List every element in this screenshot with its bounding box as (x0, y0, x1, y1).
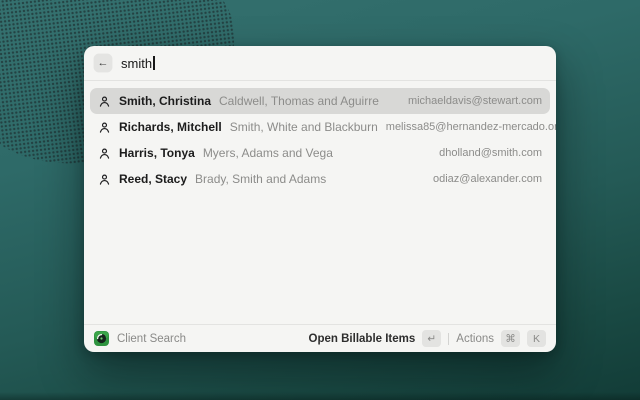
client-name: Harris, Tonya (119, 146, 195, 160)
footer-right: Open Billable Items ↵ Actions ⌘ K (309, 330, 546, 347)
enter-key[interactable]: ↵ (422, 330, 441, 347)
client-email: melissa85@hernandez-mercado.org (386, 121, 556, 133)
search-bar: ← smith (84, 46, 556, 80)
person-icon (98, 121, 111, 134)
back-arrow-icon: ← (98, 58, 109, 69)
text-caret (153, 56, 155, 70)
footer: Client Search Open Billable Items ↵ Acti… (84, 325, 556, 352)
results-list: Smith, Christina Caldwell, Thomas and Ag… (84, 81, 556, 324)
client-name: Reed, Stacy (119, 172, 187, 186)
result-row[interactable]: Reed, Stacy Brady, Smith and Adams odiaz… (90, 166, 550, 192)
person-icon (98, 173, 111, 186)
actions-label[interactable]: Actions (456, 333, 494, 345)
cmd-key[interactable]: ⌘ (501, 330, 520, 347)
client-name: Richards, Mitchell (119, 120, 222, 134)
client-firm: Brady, Smith and Adams (195, 172, 326, 186)
footer-vertical-divider (448, 333, 449, 345)
client-email: dholland@smith.com (439, 147, 542, 159)
result-row[interactable]: Richards, Mitchell Smith, White and Blac… (90, 114, 550, 140)
command-palette: ← smith Smith, Christina Caldwell, Thoma… (84, 46, 556, 352)
client-name: Smith, Christina (119, 94, 211, 108)
app-label: Client Search (117, 333, 186, 345)
client-email: michaeldavis@stewart.com (408, 95, 542, 107)
search-input[interactable]: smith (121, 56, 155, 71)
app-logo-icon (94, 331, 109, 346)
back-button[interactable]: ← (94, 54, 112, 72)
search-query-text: smith (121, 56, 152, 71)
footer-left: Client Search (94, 331, 186, 346)
primary-action-label[interactable]: Open Billable Items (309, 333, 416, 345)
client-firm: Smith, White and Blackburn (230, 120, 378, 134)
person-icon (98, 95, 111, 108)
client-firm: Caldwell, Thomas and Aguirre (219, 94, 379, 108)
k-key[interactable]: K (527, 330, 546, 347)
client-email: odiaz@alexander.com (433, 173, 542, 185)
desktop-background: ← smith Smith, Christina Caldwell, Thoma… (0, 0, 640, 400)
person-icon (98, 147, 111, 160)
client-firm: Myers, Adams and Vega (203, 146, 333, 160)
result-row[interactable]: Harris, Tonya Myers, Adams and Vega dhol… (90, 140, 550, 166)
result-row[interactable]: Smith, Christina Caldwell, Thomas and Ag… (90, 88, 550, 114)
